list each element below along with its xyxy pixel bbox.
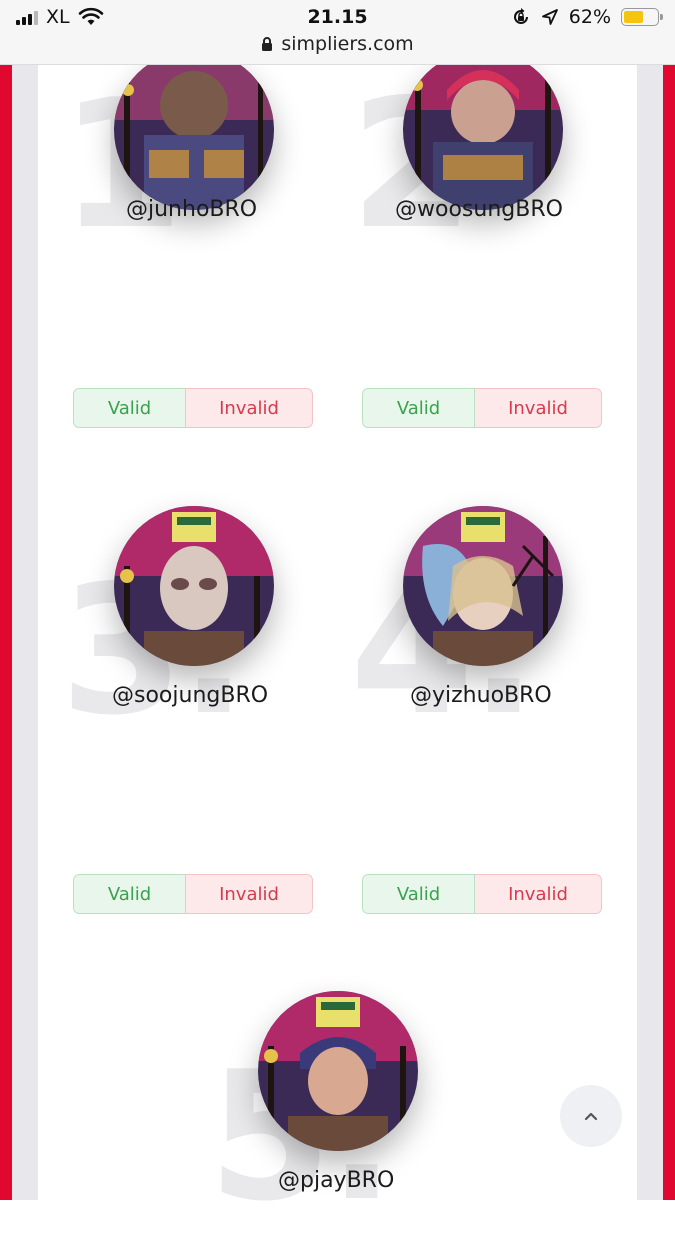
vote-toggle: Valid Invalid [362,388,602,428]
avatar[interactable] [258,991,418,1151]
vote-toggle: Valid Invalid [73,388,313,428]
invalid-button[interactable]: Invalid [475,388,602,428]
avatar-photo [403,506,563,666]
user-handle[interactable]: @soojungBRO [112,683,268,708]
valid-button[interactable]: Valid [362,874,475,914]
lock-icon [262,37,273,51]
invalid-button[interactable]: Invalid [186,388,313,428]
status-right: 62% [511,6,663,28]
chevron-up-icon [584,1112,598,1121]
status-bar: XL 21.15 simpliers.com 62% [0,0,675,65]
vote-toggle: Valid Invalid [362,874,602,914]
avatar-photo [403,50,563,210]
battery-percent: 62% [568,6,611,28]
avatar-photo [114,506,274,666]
battery-icon [621,8,663,26]
vote-toggle: Valid Invalid [73,874,313,914]
avatar[interactable] [114,506,274,666]
avatar[interactable] [403,506,563,666]
scroll-to-top-button[interactable] [560,1085,622,1147]
valid-button[interactable]: Valid [362,388,475,428]
valid-button[interactable]: Valid [73,388,186,428]
avatar-photo [258,991,418,1151]
url-text: simpliers.com [281,33,414,55]
avatar[interactable] [114,50,274,210]
invalid-button[interactable]: Invalid [186,874,313,914]
user-handle[interactable]: @pjayBRO [278,1168,394,1193]
ranking-card: 1 @junhoBRO Valid Invalid 2 [38,50,637,1226]
user-handle[interactable]: @woosungBRO [395,197,563,222]
url-bar[interactable]: simpliers.com [0,33,675,55]
valid-button[interactable]: Valid [73,874,186,914]
user-handle[interactable]: @junhoBRO [126,197,257,222]
avatar[interactable] [403,50,563,210]
avatar-photo [114,50,274,210]
invalid-button[interactable]: Invalid [475,874,602,914]
rotation-lock-icon [513,8,528,24]
location-arrow-icon [541,9,558,25]
user-handle[interactable]: @yizhuoBRO [410,683,552,708]
